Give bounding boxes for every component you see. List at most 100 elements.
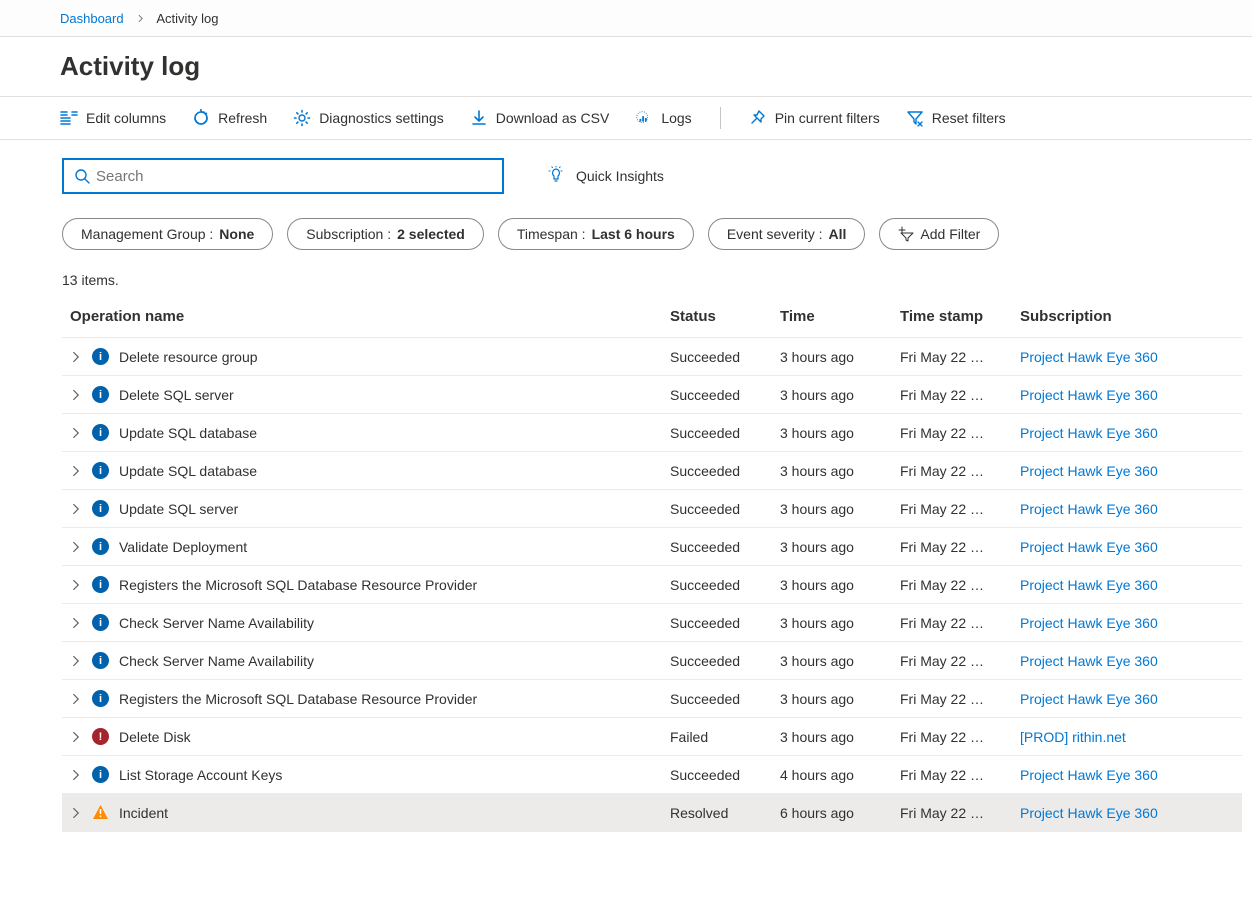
reset-filters-button[interactable]: Reset filters [906, 109, 1006, 127]
cell-timestamp: Fri May 22 … [892, 376, 1012, 414]
subscription-link[interactable]: Project Hawk Eye 360 [1020, 805, 1158, 821]
reset-filter-icon [906, 109, 924, 127]
expand-chevron-icon[interactable] [70, 731, 82, 743]
expand-chevron-icon[interactable] [70, 465, 82, 477]
breadcrumb-dashboard-link[interactable]: Dashboard [60, 11, 124, 26]
subscription-link[interactable]: Project Hawk Eye 360 [1020, 539, 1158, 555]
logs-button[interactable]: Logs [635, 109, 691, 127]
cell-timestamp: Fri May 22 … [892, 756, 1012, 794]
subscription-link[interactable]: Project Hawk Eye 360 [1020, 691, 1158, 707]
cell-timestamp: Fri May 22 … [892, 680, 1012, 718]
expand-chevron-icon[interactable] [70, 617, 82, 629]
cell-status: Succeeded [662, 642, 772, 680]
table-row[interactable]: IncidentResolved6 hours agoFri May 22 …P… [62, 794, 1242, 832]
logs-icon [635, 109, 653, 127]
error-icon: ! [92, 728, 109, 745]
gear-icon [293, 109, 311, 127]
table-row[interactable]: iUpdate SQL serverSucceeded3 hours agoFr… [62, 490, 1242, 528]
expand-chevron-icon[interactable] [70, 427, 82, 439]
operation-name: Delete Disk [119, 729, 191, 745]
cell-status: Succeeded [662, 338, 772, 376]
cell-time: 3 hours ago [772, 414, 892, 452]
cell-subscription: Project Hawk Eye 360 [1012, 604, 1242, 642]
cell-timestamp: Fri May 22 … [892, 642, 1012, 680]
column-header-status[interactable]: Status [662, 298, 772, 338]
table-row[interactable]: iUpdate SQL databaseSucceeded3 hours ago… [62, 452, 1242, 490]
info-icon: i [92, 690, 109, 707]
command-toolbar: Edit columns Refresh Diagnostics setting… [0, 97, 1252, 140]
subscription-link[interactable]: [PROD] rithin.net [1020, 729, 1126, 745]
expand-chevron-icon[interactable] [70, 579, 82, 591]
table-row[interactable]: iDelete SQL serverSucceeded3 hours agoFr… [62, 376, 1242, 414]
column-header-operation[interactable]: Operation name [62, 298, 662, 338]
info-icon: i [92, 424, 109, 441]
diagnostics-label: Diagnostics settings [319, 110, 444, 126]
refresh-button[interactable]: Refresh [192, 109, 267, 127]
operation-name: List Storage Account Keys [119, 767, 282, 783]
search-box[interactable] [62, 158, 504, 194]
cell-status: Succeeded [662, 490, 772, 528]
expand-chevron-icon[interactable] [70, 351, 82, 363]
quick-insights-button[interactable]: Quick Insights [546, 166, 664, 186]
pin-filters-label: Pin current filters [775, 110, 880, 126]
filter-subscription[interactable]: Subscription : 2 selected [287, 218, 484, 250]
cell-subscription: Project Hawk Eye 360 [1012, 490, 1242, 528]
subscription-link[interactable]: Project Hawk Eye 360 [1020, 387, 1158, 403]
subscription-link[interactable]: Project Hawk Eye 360 [1020, 767, 1158, 783]
expand-chevron-icon[interactable] [70, 693, 82, 705]
pin-filters-button[interactable]: Pin current filters [749, 109, 880, 127]
download-csv-button[interactable]: Download as CSV [470, 109, 610, 127]
expand-chevron-icon[interactable] [70, 769, 82, 781]
subscription-link[interactable]: Project Hawk Eye 360 [1020, 577, 1158, 593]
cell-subscription: Project Hawk Eye 360 [1012, 642, 1242, 680]
filter-event-severity[interactable]: Event severity : All [708, 218, 866, 250]
operation-name: Check Server Name Availability [119, 615, 314, 631]
table-row[interactable]: iValidate DeploymentSucceeded3 hours ago… [62, 528, 1242, 566]
table-row[interactable]: iRegisters the Microsoft SQL Database Re… [62, 680, 1242, 718]
column-header-subscription[interactable]: Subscription [1012, 298, 1242, 338]
table-row[interactable]: iRegisters the Microsoft SQL Database Re… [62, 566, 1242, 604]
expand-chevron-icon[interactable] [70, 541, 82, 553]
expand-chevron-icon[interactable] [70, 389, 82, 401]
filter-timespan[interactable]: Timespan : Last 6 hours [498, 218, 694, 250]
cell-time: 3 hours ago [772, 604, 892, 642]
operation-name: Update SQL database [119, 425, 257, 441]
breadcrumb-current: Activity log [156, 11, 218, 26]
column-header-timestamp[interactable]: Time stamp [892, 298, 1012, 338]
table-row[interactable]: iCheck Server Name AvailabilitySucceeded… [62, 642, 1242, 680]
subscription-link[interactable]: Project Hawk Eye 360 [1020, 501, 1158, 517]
cell-subscription: Project Hawk Eye 360 [1012, 338, 1242, 376]
table-row[interactable]: !Delete DiskFailed3 hours agoFri May 22 … [62, 718, 1242, 756]
table-row[interactable]: iUpdate SQL databaseSucceeded3 hours ago… [62, 414, 1242, 452]
filter-management-group[interactable]: Management Group : None [62, 218, 273, 250]
subscription-link[interactable]: Project Hawk Eye 360 [1020, 463, 1158, 479]
info-icon: i [92, 500, 109, 517]
expand-chevron-icon[interactable] [70, 807, 82, 819]
cell-time: 3 hours ago [772, 338, 892, 376]
diagnostics-button[interactable]: Diagnostics settings [293, 109, 444, 127]
cell-timestamp: Fri May 22 … [892, 718, 1012, 756]
activity-log-table: Operation name Status Time Time stamp Su… [62, 298, 1242, 832]
table-row[interactable]: iCheck Server Name AvailabilitySucceeded… [62, 604, 1242, 642]
toolbar-divider [720, 107, 721, 129]
expand-chevron-icon[interactable] [70, 503, 82, 515]
subscription-link[interactable]: Project Hawk Eye 360 [1020, 615, 1158, 631]
page-title: Activity log [60, 51, 1232, 82]
add-filter-icon [898, 226, 914, 242]
cell-subscription: Project Hawk Eye 360 [1012, 794, 1242, 832]
operation-name: Validate Deployment [119, 539, 247, 555]
subscription-link[interactable]: Project Hawk Eye 360 [1020, 653, 1158, 669]
table-row[interactable]: iDelete resource groupSucceeded3 hours a… [62, 338, 1242, 376]
cell-time: 4 hours ago [772, 756, 892, 794]
edit-columns-button[interactable]: Edit columns [60, 109, 166, 127]
search-input[interactable] [96, 168, 492, 185]
quick-insights-label: Quick Insights [576, 168, 664, 184]
table-row[interactable]: iList Storage Account KeysSucceeded4 hou… [62, 756, 1242, 794]
cell-subscription: Project Hawk Eye 360 [1012, 452, 1242, 490]
column-header-time[interactable]: Time [772, 298, 892, 338]
cell-timestamp: Fri May 22 … [892, 452, 1012, 490]
expand-chevron-icon[interactable] [70, 655, 82, 667]
subscription-link[interactable]: Project Hawk Eye 360 [1020, 425, 1158, 441]
add-filter-button[interactable]: Add Filter [879, 218, 999, 250]
subscription-link[interactable]: Project Hawk Eye 360 [1020, 349, 1158, 365]
